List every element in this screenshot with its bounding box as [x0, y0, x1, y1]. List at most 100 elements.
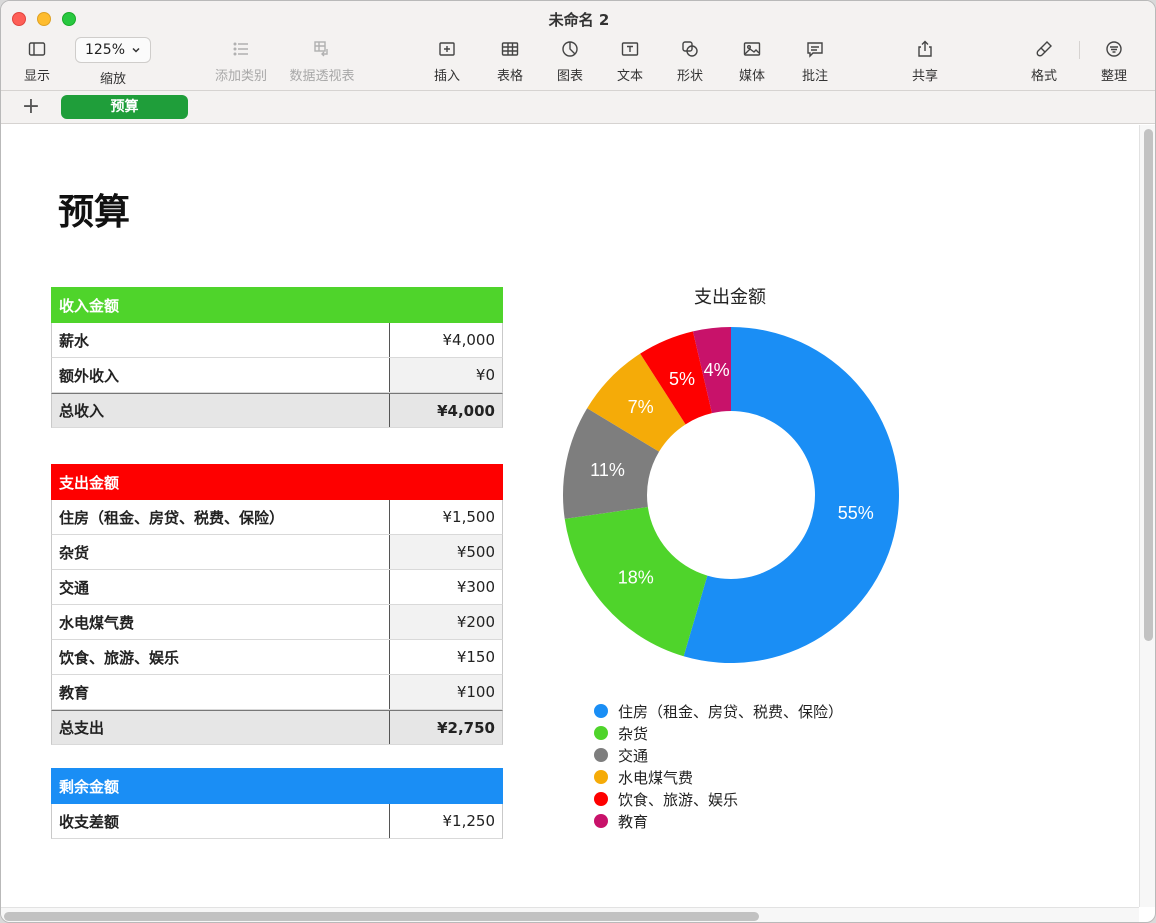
insert-icon	[439, 42, 455, 56]
slice-percent-label: 55%	[838, 503, 874, 523]
table-row[interactable]: 薪水 ¥4,000	[51, 323, 503, 358]
row-label[interactable]: 住房（租金、房贷、税费、保险）	[52, 500, 390, 534]
add-sheet-button[interactable]: +	[21, 94, 41, 119]
legend-swatch	[594, 814, 608, 828]
expense-table: 支出金额 住房（租金、房贷、税费、保险） ¥1,500 杂货 ¥500 交通 ¥…	[51, 464, 503, 745]
pie-chart-icon	[562, 41, 578, 57]
pivot-table-button[interactable]: 数据透视表	[285, 37, 359, 84]
legend-item[interactable]: 杂货	[594, 722, 843, 744]
total-label[interactable]: 总支出	[52, 711, 390, 744]
total-row[interactable]: 总支出 ¥2,750	[51, 710, 503, 745]
legend-label: 交通	[618, 746, 649, 765]
slice-percent-label: 7%	[628, 397, 654, 417]
insert-label: 插入	[433, 69, 460, 84]
tab-budget[interactable]: 预算	[61, 95, 188, 119]
row-value[interactable]: ¥150	[390, 640, 502, 674]
legend-item[interactable]: 水电煤气费	[594, 766, 843, 788]
table-icon	[501, 42, 519, 56]
table-row[interactable]: 饮食、旅游、娱乐 ¥150	[51, 640, 503, 675]
row-label[interactable]: 交通	[52, 570, 390, 604]
display-button[interactable]: 显示	[1, 37, 73, 84]
row-value[interactable]: ¥1,250	[390, 804, 502, 838]
pivot-table-label: 数据透视表	[289, 69, 355, 84]
organize-label: 整理	[1100, 69, 1127, 84]
legend-label: 饮食、旅游、娱乐	[618, 790, 739, 809]
total-value[interactable]: ¥2,750	[390, 711, 502, 744]
row-value[interactable]: ¥300	[390, 570, 502, 604]
row-value[interactable]: ¥4,000	[390, 323, 502, 357]
share-label: 共享	[911, 69, 938, 84]
row-label[interactable]: 水电煤气费	[52, 605, 390, 639]
balance-table-header[interactable]: 剩余金额	[51, 768, 503, 804]
legend-swatch	[594, 726, 608, 740]
table-row[interactable]: 收支差额 ¥1,250	[51, 804, 503, 839]
media-label: 媒体	[738, 69, 765, 84]
legend-label: 教育	[618, 812, 649, 831]
insert-button[interactable]: 插入	[411, 37, 483, 84]
page-title: 预算	[58, 192, 131, 233]
legend-swatch	[594, 704, 608, 718]
organize-icon	[1106, 41, 1122, 57]
row-value[interactable]: ¥200	[390, 605, 502, 639]
row-value[interactable]: ¥1,500	[390, 500, 502, 534]
zoom-value: 125%	[84, 42, 126, 58]
sidebar-icon	[28, 42, 46, 56]
legend-label: 水电煤气费	[618, 768, 694, 787]
table-row[interactable]: 水电煤气费 ¥200	[51, 605, 503, 640]
row-label[interactable]: 教育	[52, 675, 390, 709]
share-button[interactable]: 共享	[889, 37, 961, 84]
legend-swatch	[594, 748, 608, 762]
total-label[interactable]: 总收入	[52, 394, 390, 427]
organize-button[interactable]: 整理	[1078, 37, 1150, 84]
zoom-label: 缩放	[99, 72, 126, 87]
table-row[interactable]: 杂货 ¥500	[51, 535, 503, 570]
chart-legend[interactable]: 住房（租金、房贷、税费、保险） 杂货交通水电煤气费饮食、旅游、娱乐 教育	[594, 700, 843, 832]
sheet-tab-bar: + 预算	[1, 91, 1155, 124]
row-value[interactable]: ¥0	[390, 358, 502, 392]
list-icon	[233, 42, 248, 56]
format-label: 格式	[1030, 69, 1057, 84]
pivot-table-icon	[314, 41, 328, 57]
legend-swatch	[594, 770, 608, 784]
legend-item[interactable]: 住房（租金、房贷、税费、保险）	[594, 700, 843, 722]
legend-item[interactable]: 交通	[594, 744, 843, 766]
legend-item[interactable]: 教育	[594, 810, 843, 832]
row-label[interactable]: 饮食、旅游、娱乐	[52, 640, 390, 674]
share-icon	[918, 40, 932, 57]
sheet-canvas: 预算 收入金额 薪水 ¥4,000 额外收入 ¥0 总收入 ¥4,000 支出金…	[1, 125, 1139, 907]
text-box-icon	[621, 42, 639, 56]
table-row[interactable]: 交通 ¥300	[51, 570, 503, 605]
row-label[interactable]: 额外收入	[52, 358, 390, 392]
row-value[interactable]: ¥500	[390, 535, 502, 569]
row-label[interactable]: 收支差额	[52, 804, 390, 838]
income-table-header[interactable]: 收入金额	[51, 287, 503, 323]
slice-percent-label: 5%	[669, 369, 695, 389]
chart-title[interactable]: 支出金额	[601, 283, 859, 309]
media-button[interactable]: 媒体	[716, 37, 788, 84]
comment-button[interactable]: 批注	[779, 37, 851, 84]
zoom-dropdown[interactable]: 125%	[75, 37, 151, 63]
title-bar: 未命名 2 显示 125% 缩放 添加类别 数据透视表 插入 表格 图表 文本 …	[1, 1, 1155, 91]
image-icon	[743, 42, 761, 56]
format-button[interactable]: 格式	[1008, 37, 1080, 84]
row-label[interactable]: 杂货	[52, 535, 390, 569]
vertical-scrollbar[interactable]	[1139, 125, 1155, 907]
row-label[interactable]: 薪水	[52, 323, 390, 357]
horizontal-scrollbar[interactable]	[1, 907, 1139, 922]
legend-item[interactable]: 饮食、旅游、娱乐	[594, 788, 843, 810]
horizontal-scroll-thumb[interactable]	[4, 912, 759, 921]
income-table: 收入金额 薪水 ¥4,000 额外收入 ¥0 总收入 ¥4,000	[51, 287, 503, 428]
legend-label: 住房（租金、房贷、税费、保险）	[618, 702, 844, 721]
document-title: 未命名 2	[548, 11, 610, 29]
expense-table-header[interactable]: 支出金额	[51, 464, 503, 500]
vertical-scroll-thumb[interactable]	[1144, 129, 1153, 641]
row-value[interactable]: ¥100	[390, 675, 502, 709]
total-value[interactable]: ¥4,000	[390, 394, 502, 427]
app-window: 未命名 2 显示 125% 缩放 添加类别 数据透视表 插入 表格 图表 文本 …	[0, 0, 1156, 923]
add-category-button[interactable]: 添加类别	[205, 37, 277, 84]
table-row[interactable]: 额外收入 ¥0	[51, 358, 503, 393]
donut-chart[interactable]: 55% 18% 11% 7% 5% 4%	[541, 315, 921, 675]
table-row[interactable]: 教育 ¥100	[51, 675, 503, 710]
total-row[interactable]: 总收入 ¥4,000	[51, 393, 503, 428]
table-row[interactable]: 住房（租金、房贷、税费、保险） ¥1,500	[51, 500, 503, 535]
